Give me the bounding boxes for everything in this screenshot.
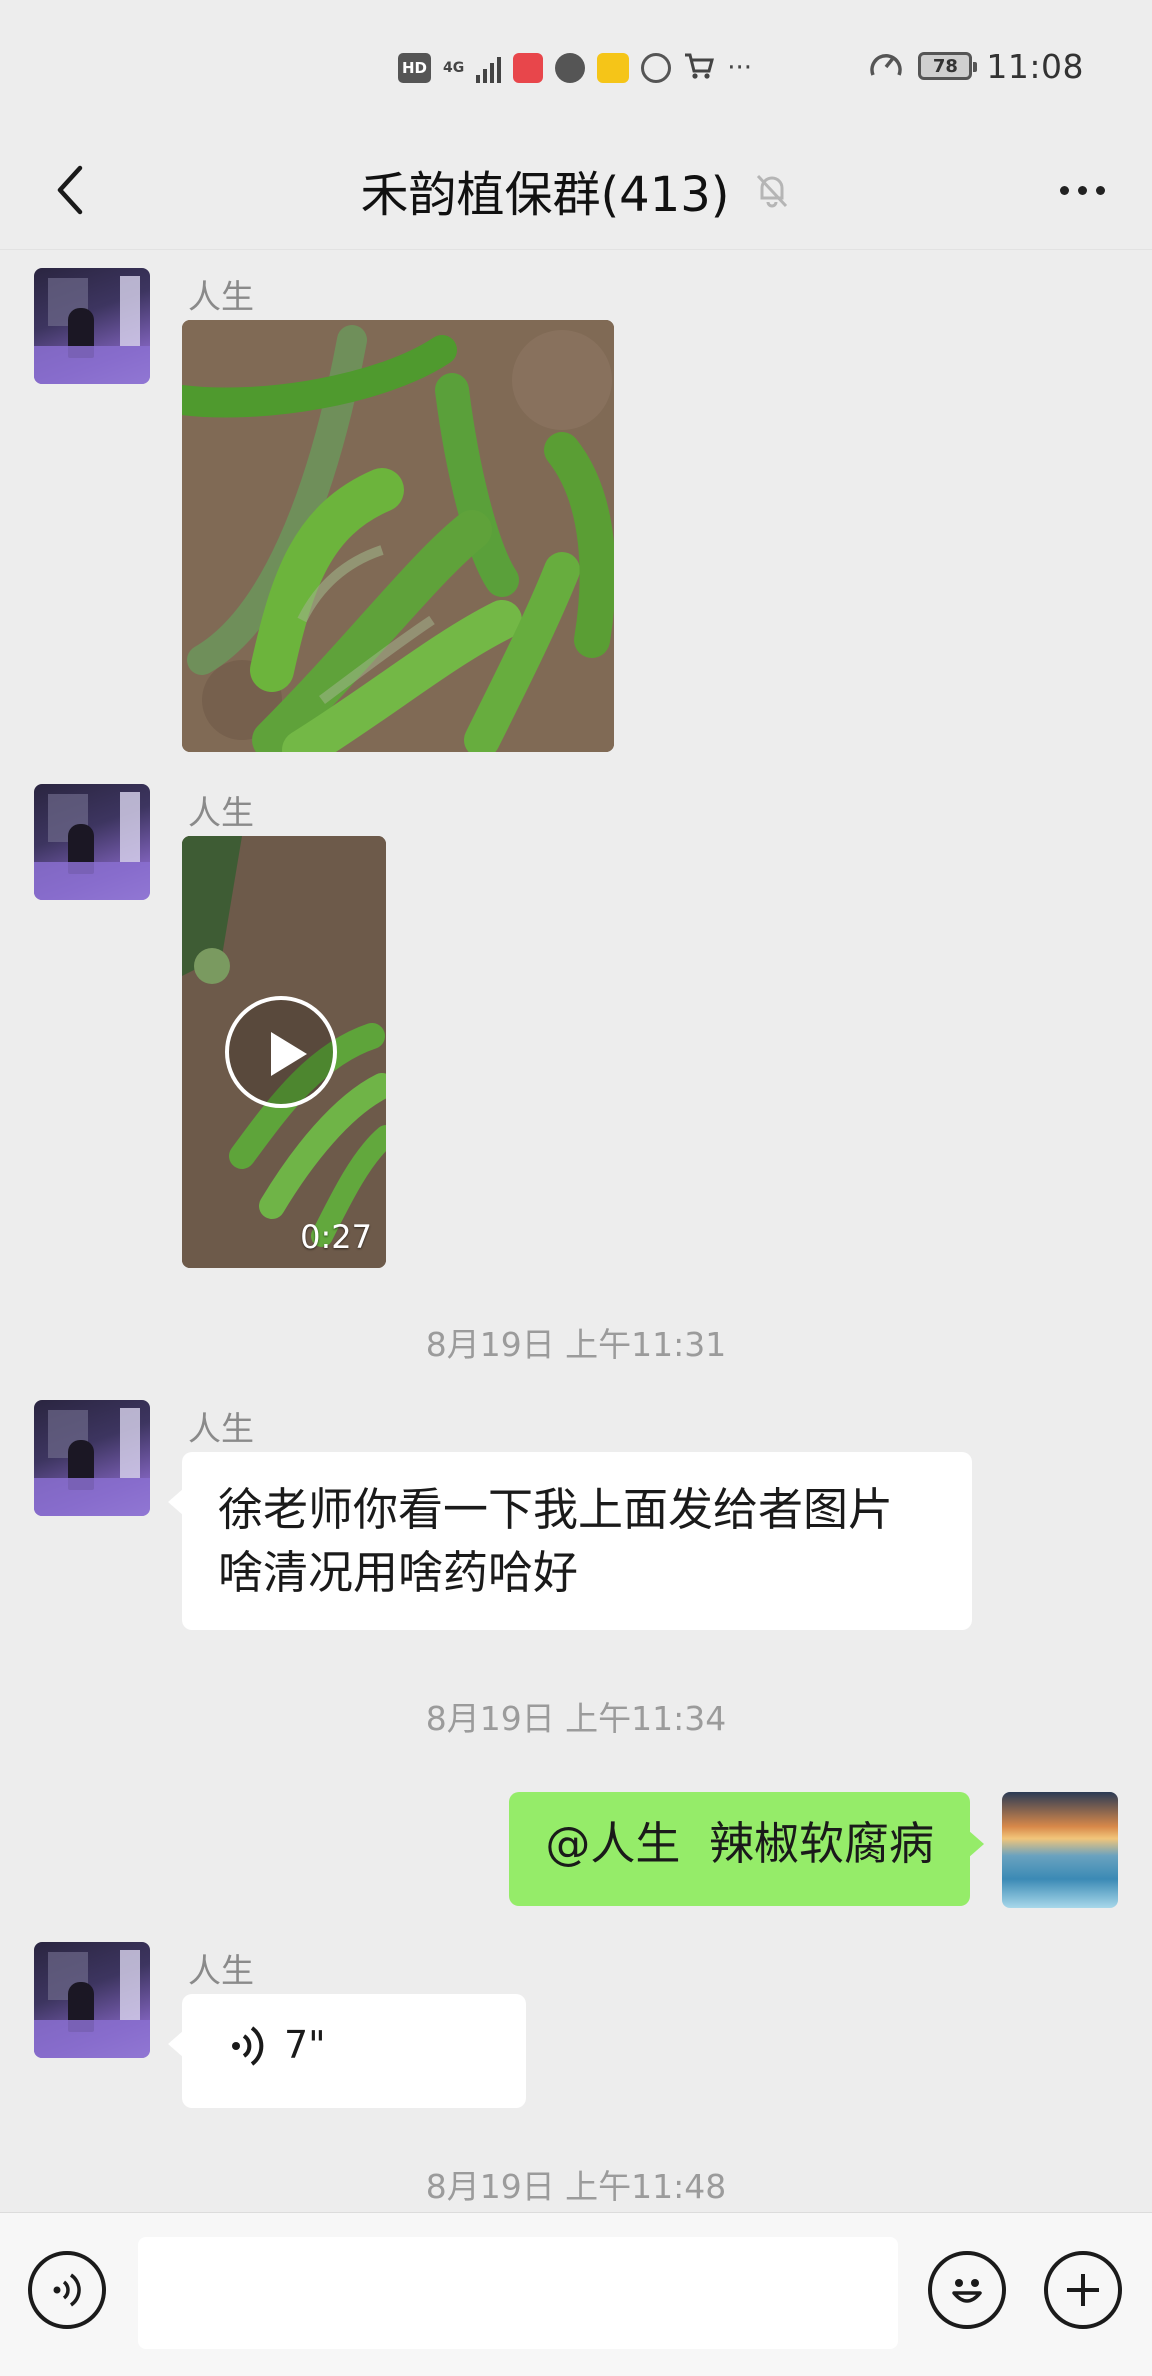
message-list[interactable]: 人生 人生 0:27 8月19日 上午11:31 人生 徐老师你看一下我上面发给… <box>0 250 1152 2212</box>
emoji-button[interactable] <box>928 2251 1006 2329</box>
avatar[interactable] <box>34 268 150 384</box>
avatar[interactable] <box>34 1942 150 2058</box>
more-options-button[interactable] <box>1042 150 1122 230</box>
network-type: 4G <box>443 60 465 76</box>
emoji-icon <box>952 2279 982 2303</box>
message-line: 啥清况用啥药哈好 <box>218 1546 579 1599</box>
timestamp: 8月19日 上午11:34 <box>425 1699 727 1738</box>
avatar[interactable] <box>34 784 150 900</box>
my-avatar[interactable] <box>1002 1792 1118 1908</box>
chat-title: 禾韵植保群(413) <box>360 167 730 223</box>
voice-mode-button[interactable] <box>28 2251 106 2329</box>
input-bar <box>0 2212 1152 2376</box>
notification-app-icon <box>641 53 672 83</box>
clock: 11:08 <box>986 46 1084 86</box>
sender-name: 人生 <box>188 793 254 832</box>
image-message[interactable] <box>182 320 614 752</box>
voice-duration: 7" <box>284 2023 326 2067</box>
notification-app-icon <box>555 53 586 83</box>
ellipsis-icon <box>1059 185 1069 195</box>
sender-name: 人生 <box>188 1409 254 1448</box>
battery-icon: 78 <box>918 52 978 80</box>
signal-icon <box>476 53 502 83</box>
voice-wave-icon <box>232 2025 264 2066</box>
back-button[interactable] <box>30 150 110 230</box>
pepper-photo <box>182 320 614 752</box>
avatar[interactable] <box>34 1400 150 1516</box>
sender-name: 人生 <box>188 277 254 316</box>
battery-level: 78 <box>932 55 958 77</box>
video-message[interactable]: 0:27 <box>182 836 386 1268</box>
chat-header: 禾韵植保群(413) <box>0 130 1152 250</box>
notification-app-icon <box>513 53 544 83</box>
text-message[interactable]: 徐老师你看一下我上面发给者图片 啥清况用啥药哈好 <box>168 1452 972 1630</box>
play-icon[interactable] <box>225 996 337 1108</box>
voice-message[interactable]: 7" <box>168 1994 526 2108</box>
message-input[interactable] <box>138 2237 898 2349</box>
sender-name: 人生 <box>188 1951 254 1990</box>
plus-button[interactable] <box>1044 2251 1122 2329</box>
status-bar: HD 4G ··· 78 11:08 <box>0 0 1152 130</box>
video-duration: 0:27 <box>300 1218 372 1256</box>
message-text: @人生 辣椒软腐病 <box>545 1817 934 1870</box>
chevron-left-icon <box>57 165 83 215</box>
speed-icon <box>868 47 904 85</box>
more-notifications-icon: ··· <box>727 53 753 83</box>
hd-badge: HD <box>398 53 432 83</box>
my-text-message[interactable]: @人生 辣椒软腐病 <box>509 1792 984 1906</box>
timestamp: 8月19日 上午11:48 <box>425 2167 727 2206</box>
shopping-cart-icon <box>683 51 715 86</box>
timestamp: 8月19日 上午11:31 <box>425 1325 727 1364</box>
voice-mode-icon <box>53 2273 81 2307</box>
bell-off-icon <box>756 174 787 208</box>
status-right: 78 11:08 <box>868 46 1084 86</box>
plus-icon <box>1067 2274 1099 2306</box>
status-icons: HD 4G ··· <box>398 50 752 86</box>
message-line: 徐老师你看一下我上面发给者图片 <box>218 1483 894 1536</box>
weibo-icon <box>597 53 630 83</box>
